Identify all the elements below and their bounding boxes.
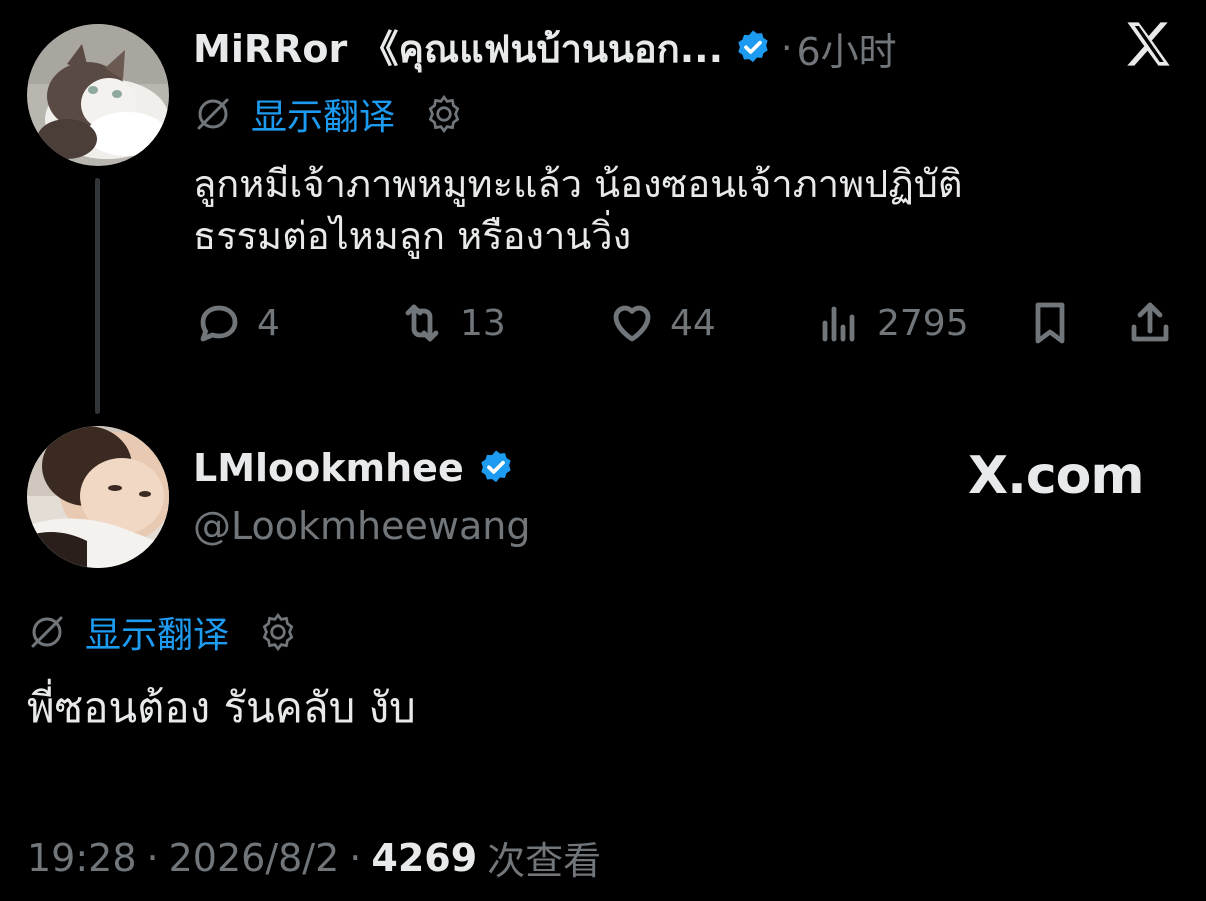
translate-icon [197,98,229,130]
parent-time-ago[interactable]: 6小时 [797,21,897,76]
parent-author-name[interactable]: MiRRor 《คุณแฟนบ้านนอก... [193,18,723,79]
meta-separator: · [146,835,159,880]
verified-badge-icon [481,450,511,483]
gear-icon[interactable] [423,93,465,135]
show-translation-link[interactable]: 显示翻译 [85,606,229,658]
parent-tweet-header: MiRRor 《คุณแฟนบ้านนอก... · 6小时 [193,22,897,74]
views-count: 2795 [877,302,969,344]
parent-translate-row: 显示翻译 [193,90,465,138]
verified-badge-icon [738,30,768,63]
meta-separator: · [349,835,362,880]
views-label: 次查看 [487,839,602,883]
tweet-date[interactable]: 2026/8/2 [169,836,340,880]
main-translate-row: 显示翻译 [27,608,299,656]
parent-text-line-1: ลูกหมีเจ้าภาพหมูทะแล้ว น้องซอนเจ้าภาพปฏิ… [193,162,963,206]
main-author-name[interactable]: LMlookmhee [193,446,464,490]
reply-icon [200,305,238,342]
bookmark-button[interactable] [1026,298,1074,348]
thread-connector-line [95,178,100,414]
views-button[interactable]: 2795 [815,298,969,348]
view-count: 4269 [371,835,478,880]
retweet-count: 13 [460,302,506,344]
reply-button[interactable]: 4 [195,298,280,348]
parent-tweet-text: ลูกหมีเจ้าภาพหมูทะแล้ว น้องซอนเจ้าภาพปฏิ… [193,158,1153,262]
retweet-button[interactable]: 13 [398,298,506,348]
parent-text-line-2: ธรรมต่อไหมลูก หรืองานวิ่ง [193,214,632,258]
xcom-watermark: X.com [968,446,1145,506]
gear-icon[interactable] [257,611,299,653]
translate-icon [31,616,63,648]
retweet-icon [405,304,439,342]
share-icon [1131,302,1169,342]
tweet-time[interactable]: 19:28 [27,836,137,880]
bookmark-icon [1035,302,1065,344]
tweet-meta-footer: 19:28 · 2026/8/2 · 4269 次查看 [27,830,601,885]
share-button[interactable] [1126,298,1174,348]
like-count: 44 [670,302,716,344]
like-button[interactable]: 44 [608,298,716,348]
heart-icon [613,305,651,342]
main-author-avatar[interactable] [27,426,169,568]
show-translation-link[interactable]: 显示翻译 [251,88,395,140]
main-author-handle[interactable]: @Lookmheewang [193,504,530,548]
header-separator: · [781,27,793,69]
views-chart-icon [822,306,855,342]
x-logo-icon[interactable] [1122,18,1174,70]
main-tweet-text: พี่ซอนต้อง รันคลับ งับ [27,683,416,732]
parent-author-avatar[interactable] [27,24,169,166]
reply-count: 4 [257,302,280,344]
main-tweet-header: LMlookmhee [193,440,516,496]
